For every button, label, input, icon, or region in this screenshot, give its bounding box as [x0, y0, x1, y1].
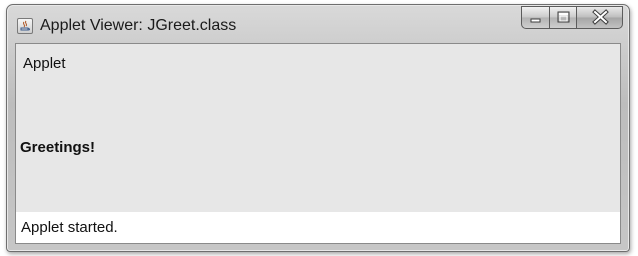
applet-client-area: Applet Greetings! Applet started. — [15, 43, 621, 244]
applet-menu[interactable]: Applet — [23, 55, 66, 72]
maximize-button[interactable] — [549, 6, 576, 29]
status-bar: Applet started. — [16, 212, 620, 243]
title-bar[interactable]: Applet Viewer: JGreet.class — [7, 5, 629, 43]
close-icon — [592, 9, 609, 25]
minimize-icon — [530, 18, 541, 23]
minimize-button[interactable] — [521, 6, 549, 29]
close-button[interactable] — [576, 6, 623, 29]
status-text: Applet started. — [21, 219, 118, 236]
java-applet-icon[interactable] — [17, 18, 33, 34]
window-controls — [521, 6, 623, 30]
applet-viewer-window: Applet Viewer: JGreet.class Applet Greet… — [6, 4, 630, 252]
window-title: Applet Viewer: JGreet.class — [40, 17, 237, 34]
maximize-icon — [557, 11, 570, 23]
greeting-text: Greetings! — [20, 139, 96, 156]
